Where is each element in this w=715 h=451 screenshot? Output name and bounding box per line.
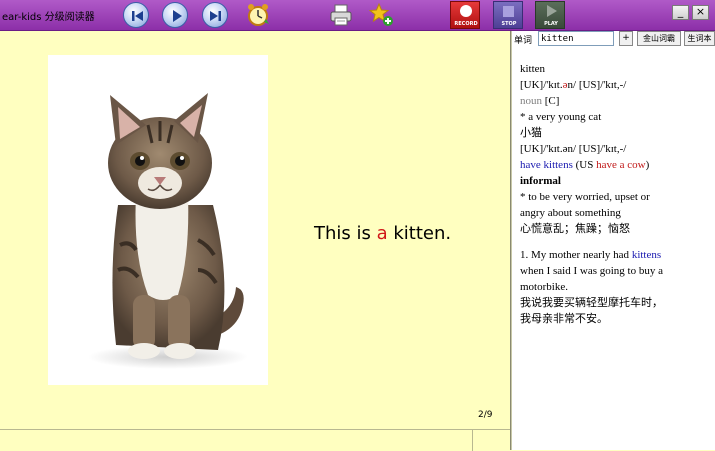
page-counter: 2/9	[478, 410, 493, 420]
reading-pane: This is a kitten. 2/9	[0, 31, 510, 429]
idiom-end: )	[645, 159, 650, 171]
example-chinese-2: 我母亲非常不安。	[520, 313, 608, 325]
print-button[interactable]	[328, 2, 354, 28]
sentence-text-after[interactable]: kitten.	[388, 223, 451, 244]
alarm-clock-icon	[248, 4, 269, 26]
headword: kitten	[520, 63, 546, 75]
definition-2-chinese: 心慌意乱；焦躁；恼怒	[520, 223, 630, 235]
definition-2-line-1: * to be very worried, upset or	[520, 191, 650, 203]
playback-button[interactable]: PLAY	[535, 1, 565, 29]
example-line-2: when I said I was going to buy a	[520, 265, 663, 277]
definition-2-line-2: angry about something	[520, 207, 621, 219]
previous-page-button[interactable]	[123, 2, 149, 28]
printer-icon	[330, 4, 352, 26]
stop-label: STOP	[501, 21, 517, 27]
stop-button[interactable]: STOP	[493, 1, 523, 29]
vocabulary-book-button[interactable]: 生词本	[684, 31, 715, 46]
play-button[interactable]	[162, 2, 188, 28]
example-line-3: motorbike.	[520, 281, 568, 293]
dictionary-toolbar: 单词 + 金山词霸 生词本	[512, 31, 715, 47]
play-icon	[173, 10, 182, 22]
phonetic-2: [UK]/'kɪt.ən/ [US]/'kɪt,-/	[520, 143, 627, 155]
add-favorite-button[interactable]	[369, 2, 395, 28]
reading-sentence: This is a kitten.	[314, 223, 451, 244]
phonetic: [UK]/'kɪt.ən/ [US]/'kɪt,-/	[520, 77, 710, 93]
kitten-picture	[48, 55, 268, 385]
top-toolbar: ear-kids 分级阅读器 RECORD STOP PLAY _ ×	[0, 0, 715, 31]
status-bar	[0, 429, 510, 451]
example-keyword[interactable]: kittens	[632, 249, 661, 261]
next-page-button[interactable]	[202, 2, 228, 28]
definition-1-chinese: 小猫	[520, 127, 542, 139]
definition-1: * a very young cat	[520, 111, 602, 123]
minimize-button[interactable]: _	[672, 5, 689, 20]
skip-forward-icon	[210, 11, 221, 21]
idiom-link[interactable]: have kittens	[520, 159, 573, 171]
word-input[interactable]	[538, 31, 614, 46]
dictionary-pane: 单词 + 金山词霸 生词本 kitten [UK]/'kɪt.ən/ [US]/…	[512, 31, 715, 450]
app-title: ear-kids 分级阅读器	[2, 12, 95, 23]
word-label: 单词	[514, 36, 533, 46]
idiom-variant[interactable]: have a cow	[596, 159, 645, 171]
part-of-speech: noun [C]	[520, 93, 710, 109]
playback-icon	[547, 5, 557, 17]
skip-back-icon	[132, 11, 143, 21]
pos-tag: [C]	[544, 95, 560, 107]
record-icon	[460, 5, 472, 17]
sentence-text-before: This is	[314, 223, 377, 244]
idiom-line: have kittens (US have a cow)	[520, 157, 710, 173]
phonetic-part-1: [UK]/'kɪt.	[520, 79, 563, 91]
register-label: informal	[520, 175, 561, 187]
example-text: 1. My mother nearly had	[520, 249, 632, 261]
star-add-icon	[369, 2, 393, 26]
status-divider	[472, 430, 473, 451]
record-label: RECORD	[454, 21, 478, 27]
idiom-mid: (US	[572, 159, 597, 171]
phonetic-part-2: n/ [US]/'kɪt,-/	[567, 79, 627, 91]
stop-icon	[503, 6, 514, 17]
playback-label: PLAY	[544, 21, 558, 27]
example-chinese-1: 我说我要买辆轻型摩托车时，	[520, 297, 663, 309]
highlighted-word[interactable]: a	[377, 223, 388, 244]
add-word-button[interactable]: +	[619, 31, 633, 46]
close-button[interactable]: ×	[692, 5, 709, 20]
record-button[interactable]: RECORD	[450, 1, 480, 29]
jinshan-dictionary-button[interactable]: 金山词霸	[637, 31, 681, 46]
dictionary-entry: kitten [UK]/'kɪt.ən/ [US]/'kɪt,-/ noun […	[520, 61, 710, 327]
example-line-1: 1. My mother nearly had kittens	[520, 247, 710, 263]
timer-button[interactable]	[245, 2, 271, 28]
pos-name: noun	[520, 95, 545, 107]
